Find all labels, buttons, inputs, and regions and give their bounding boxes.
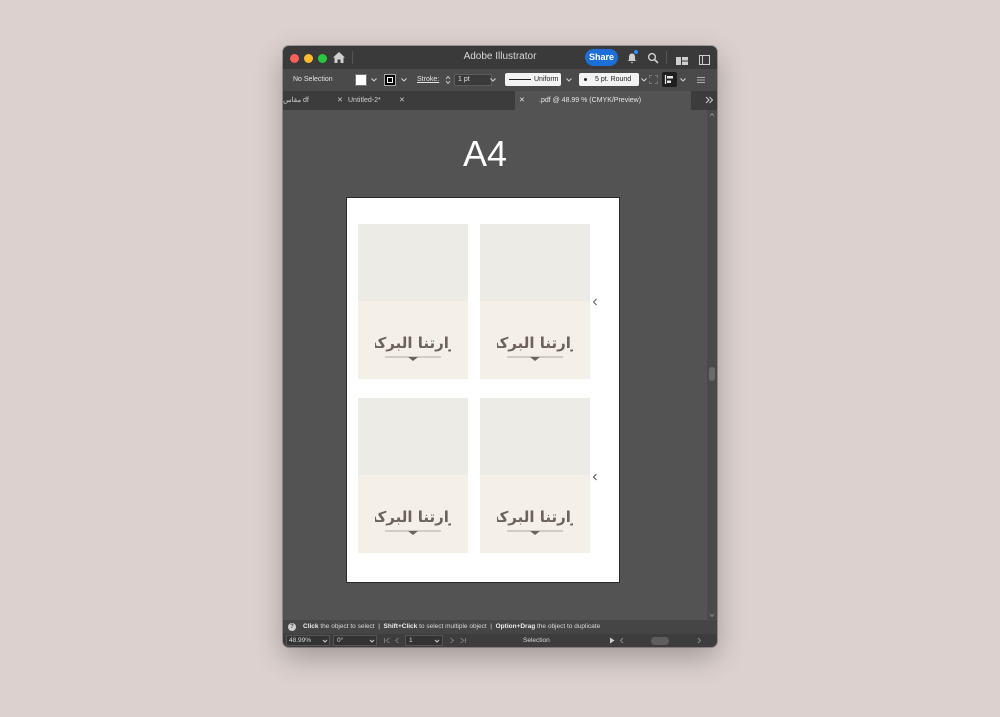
variable-width-profile[interactable]: Uniform bbox=[505, 73, 561, 86]
chevron-down-icon[interactable] bbox=[640, 76, 648, 84]
card-top-panel bbox=[358, 398, 468, 475]
divider bbox=[666, 51, 667, 64]
scroll-left-icon[interactable] bbox=[619, 637, 625, 644]
hint-bar: ? Click the object to select | Shift+Cli… bbox=[283, 620, 717, 634]
calligraphy-logo: زارتنا البركة bbox=[375, 508, 451, 535]
artboard-value: 1 bbox=[409, 637, 413, 644]
last-artboard-icon[interactable] bbox=[459, 637, 467, 644]
card-design[interactable]: زارتنا البركة bbox=[480, 398, 590, 553]
stroke-swatch[interactable] bbox=[384, 74, 396, 86]
scroll-up-icon[interactable] bbox=[709, 112, 715, 117]
artboard-number-field[interactable]: 1 bbox=[405, 635, 443, 646]
logo-text: زارتنا البركة bbox=[497, 334, 573, 352]
next-artboard-icon[interactable] bbox=[449, 637, 455, 644]
card-design[interactable]: زارتنا البركة bbox=[358, 398, 468, 553]
more-tabs-icon[interactable] bbox=[704, 95, 714, 105]
chevron-down-icon[interactable] bbox=[679, 76, 687, 84]
tab-label: Untitled-2* bbox=[348, 97, 381, 104]
control-bar: No Selection Stroke: 1 pt Uniform 5 pt. … bbox=[283, 69, 717, 92]
tab-label: .pdf @ 48.99 % (CMYK/Preview) bbox=[539, 97, 642, 104]
selection-status: No Selection bbox=[293, 76, 333, 83]
search-icon[interactable] bbox=[647, 51, 659, 64]
title-bar: Adobe Illustrator Share bbox=[283, 46, 717, 69]
panels-icon[interactable] bbox=[699, 52, 710, 65]
align-icon[interactable] bbox=[662, 72, 677, 87]
status-bar: 48.99% 0° 1 Selection bbox=[283, 634, 717, 647]
brush-dot-icon bbox=[584, 78, 587, 81]
chevron-down-icon[interactable] bbox=[434, 637, 440, 645]
hint-text: Click the object to select | Shift+Click… bbox=[303, 623, 601, 630]
zoom-level-field[interactable]: 48.99% bbox=[286, 635, 330, 646]
play-icon[interactable] bbox=[609, 637, 615, 644]
chevron-down-icon[interactable] bbox=[400, 76, 408, 84]
profile-line-preview bbox=[509, 79, 531, 80]
scroll-right-icon[interactable] bbox=[696, 637, 702, 644]
calligraphy-logo: زارتنا البركة bbox=[375, 334, 451, 361]
tab-label: مقاس df bbox=[283, 97, 309, 104]
rotation-field[interactable]: 0° bbox=[333, 635, 377, 646]
stroke-weight-field[interactable]: 1 pt bbox=[454, 74, 492, 86]
card-top-panel bbox=[480, 398, 590, 475]
card-top-panel bbox=[480, 224, 590, 301]
card-design[interactable]: زارتنا البركة bbox=[358, 224, 468, 379]
help-icon[interactable]: ? bbox=[288, 623, 296, 631]
close-icon[interactable]: ✕ bbox=[337, 91, 343, 110]
calligraphy-logo: زارتنا البركة bbox=[497, 334, 573, 361]
brush-label: 5 pt. Round bbox=[595, 76, 632, 83]
close-icon[interactable]: ✕ bbox=[519, 91, 525, 110]
tool-mode-label[interactable]: Selection bbox=[523, 634, 550, 647]
tab-untitled-2[interactable]: ✕ Untitled-2* ✕ bbox=[335, 91, 413, 110]
profile-label: Uniform bbox=[534, 76, 559, 83]
close-icon[interactable]: ✕ bbox=[399, 91, 405, 110]
logo-text: زارتنا البركة bbox=[375, 334, 451, 352]
logo-text: زارتنا البركة bbox=[497, 508, 573, 526]
illustrator-window: Adobe Illustrator Share No Selection Str… bbox=[283, 46, 717, 647]
chevron-down-icon[interactable] bbox=[322, 637, 328, 645]
rotation-value: 0° bbox=[337, 637, 344, 644]
more-options-icon[interactable] bbox=[697, 76, 705, 84]
tab-document-1[interactable]: مقاس df bbox=[283, 91, 335, 110]
vertical-scrollbar[interactable] bbox=[707, 110, 717, 620]
first-artboard-icon[interactable] bbox=[383, 637, 391, 644]
chevron-down-icon[interactable] bbox=[370, 76, 378, 84]
transform-grid-icon[interactable] bbox=[649, 75, 658, 84]
document-tabs: مقاس df ✕ Untitled-2* ✕ ✕ .pdf @ 48.99 %… bbox=[283, 91, 717, 110]
stroke-label[interactable]: Stroke: bbox=[417, 76, 439, 83]
canvas-area[interactable]: A4 زارتنا البركة زارتنا البركة bbox=[283, 110, 707, 620]
brush-definition[interactable]: 5 pt. Round bbox=[579, 73, 639, 86]
chevron-left-icon bbox=[592, 473, 597, 481]
scroll-down-icon[interactable] bbox=[709, 613, 715, 618]
scroll-thumb[interactable] bbox=[709, 367, 715, 381]
card-top-panel bbox=[358, 224, 468, 301]
artboard[interactable]: زارتنا البركة زارتنا البركة زارتنا ا bbox=[347, 198, 619, 582]
fill-swatch[interactable] bbox=[355, 74, 367, 86]
share-button[interactable]: Share bbox=[585, 49, 618, 66]
logo-text: زارتنا البركة bbox=[375, 508, 451, 526]
card-design[interactable]: زارتنا البركة bbox=[480, 224, 590, 379]
chevron-left-icon bbox=[592, 298, 597, 306]
tab-active-pdf[interactable]: ✕ .pdf @ 48.99 % (CMYK/Preview) bbox=[515, 91, 691, 110]
zoom-value: 48.99% bbox=[289, 637, 312, 644]
stepper-icon[interactable] bbox=[444, 74, 452, 86]
previous-artboard-icon[interactable] bbox=[394, 637, 400, 644]
arrange-documents-icon[interactable] bbox=[676, 53, 688, 65]
chevron-down-icon[interactable] bbox=[565, 76, 573, 84]
horizontal-scroll-thumb[interactable] bbox=[651, 637, 669, 645]
chevron-down-icon[interactable] bbox=[369, 637, 375, 645]
artboard-heading: A4 bbox=[462, 133, 508, 174]
chevron-down-icon[interactable] bbox=[489, 76, 497, 84]
calligraphy-logo: زارتنا البركة bbox=[497, 508, 573, 535]
notification-dot bbox=[634, 50, 638, 54]
